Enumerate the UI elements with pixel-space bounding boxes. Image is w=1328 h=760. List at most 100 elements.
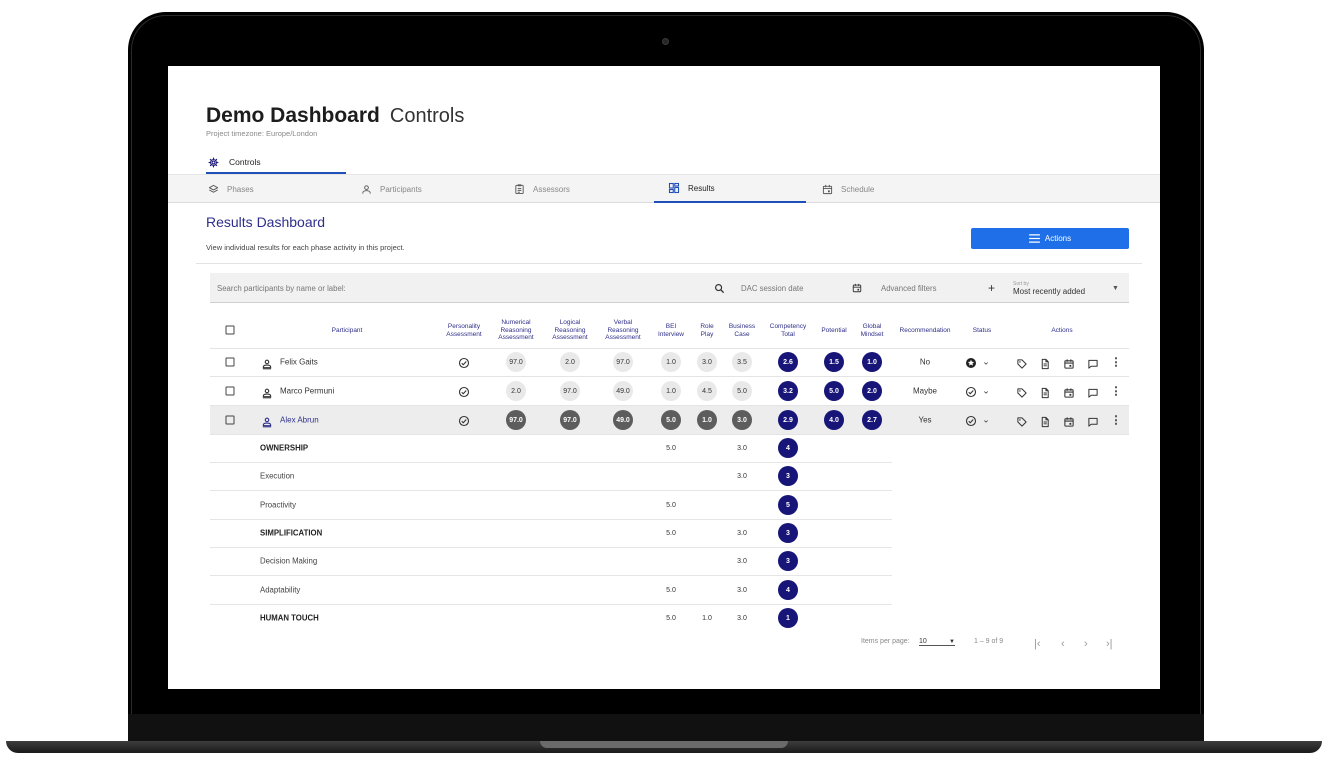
- document-icon[interactable]: [1040, 357, 1051, 370]
- tag-icon[interactable]: [1017, 386, 1028, 398]
- participant-name[interactable]: Felix Gaits: [280, 358, 318, 367]
- dashboard-icon: [668, 182, 680, 194]
- comment-icon[interactable]: [1088, 357, 1099, 369]
- chevron-down-icon[interactable]: ⌄: [982, 415, 990, 426]
- row-checkbox[interactable]: [225, 386, 235, 396]
- col-role-play[interactable]: Role Play: [700, 323, 713, 338]
- score-logical: 97.0: [560, 410, 580, 430]
- results-description: View individual results for each phase a…: [206, 243, 405, 252]
- col-participant[interactable]: Participant: [332, 327, 363, 335]
- nav-results-label: Results: [688, 183, 715, 193]
- competency-business-case: 3.0: [737, 557, 747, 565]
- person-icon[interactable]: [262, 357, 273, 370]
- calendar-icon[interactable]: [1064, 386, 1075, 398]
- document-icon[interactable]: [1040, 415, 1051, 428]
- col-recommendation[interactable]: Recommendation: [900, 327, 951, 335]
- more-vert-icon[interactable]: ⋮: [1111, 414, 1122, 427]
- select-all-checkbox[interactable]: [225, 325, 235, 335]
- comment-icon[interactable]: [1088, 386, 1099, 398]
- nav-phases[interactable]: Phases: [208, 175, 254, 203]
- check-circle-icon[interactable]: [965, 414, 977, 427]
- col-competency-total[interactable]: Competency Total: [770, 323, 807, 338]
- section-nav: Phases Participants Assessors Results Sc…: [168, 174, 1160, 203]
- actions-button[interactable]: Actions: [971, 228, 1129, 249]
- document-icon[interactable]: [1040, 386, 1051, 399]
- header-line: Mindset: [860, 330, 884, 338]
- first-page-icon[interactable]: |‹: [1034, 638, 1041, 650]
- check-circle-icon[interactable]: [458, 385, 470, 398]
- results-title: Results Dashboard: [206, 214, 326, 230]
- score-potential: 4.0: [824, 410, 844, 430]
- chevron-down-icon[interactable]: ▼: [1112, 273, 1119, 303]
- check-circle-icon[interactable]: [458, 414, 470, 427]
- menu-icon: [1028, 234, 1040, 243]
- recommendation: No: [919, 357, 931, 367]
- star-badge-icon[interactable]: [965, 356, 977, 368]
- competency-name: OWNERSHIP: [260, 443, 309, 453]
- person-icon[interactable]: [262, 386, 273, 399]
- page-title: Demo Dashboard: [206, 104, 380, 127]
- sort-select[interactable]: Sort by Most recently added: [1013, 273, 1085, 303]
- calendar-icon[interactable]: [1064, 415, 1075, 427]
- nav-assessors[interactable]: Assessors: [514, 175, 570, 203]
- search-input[interactable]: Search participants by name or label:: [217, 273, 725, 303]
- app-screen: Demo Dashboard Controls Project timezone…: [168, 66, 1160, 689]
- tab-controls[interactable]: Controls: [206, 152, 346, 174]
- advanced-filters[interactable]: Advanced filters: [881, 273, 936, 303]
- last-page-icon[interactable]: ›|: [1106, 638, 1113, 650]
- col-potential[interactable]: Potential: [821, 327, 846, 335]
- row-checkbox[interactable]: [225, 357, 235, 367]
- nav-results[interactable]: Results: [654, 175, 806, 203]
- chevron-down-icon[interactable]: ⌄: [982, 357, 990, 368]
- row-checkbox[interactable]: [225, 415, 235, 425]
- competency-business-case: 3.0: [737, 586, 747, 594]
- more-vert-icon[interactable]: ⋮: [1111, 385, 1122, 398]
- more-vert-icon[interactable]: ⋮: [1111, 356, 1122, 369]
- competency-name: HUMAN TOUCH: [260, 613, 319, 623]
- row-divider: [210, 405, 1129, 406]
- check-circle-icon[interactable]: [965, 385, 977, 398]
- laptop-bezel: [128, 714, 1204, 744]
- date-picker-icon[interactable]: [852, 273, 862, 303]
- advanced-filters-label: Advanced filters: [881, 283, 937, 293]
- col-verbal[interactable]: Verbal Reasoning Assessment: [605, 319, 640, 342]
- header-line: Competency: [769, 323, 807, 330]
- previous-page-icon[interactable]: ‹: [1061, 638, 1065, 650]
- col-logical[interactable]: Logical Reasoning Assessment: [552, 319, 587, 342]
- recommendation: Yes: [918, 415, 932, 425]
- participant-name[interactable]: Alex Abrun: [280, 416, 319, 425]
- search-icon[interactable]: [714, 273, 725, 303]
- session-date-field[interactable]: DAC session date: [741, 273, 803, 303]
- tag-icon[interactable]: [1017, 357, 1028, 369]
- col-personality[interactable]: Personality Assessment: [446, 323, 481, 338]
- layers-icon: [208, 184, 219, 193]
- header-line: Reasoning: [500, 326, 532, 334]
- add-filter-icon[interactable]: +: [988, 273, 995, 303]
- next-page-icon[interactable]: ›: [1084, 638, 1088, 650]
- calendar-icon[interactable]: [1064, 357, 1075, 369]
- tag-icon[interactable]: [1017, 415, 1028, 427]
- check-circle-icon[interactable]: [458, 356, 470, 369]
- competency-bei: 5.0: [666, 586, 676, 594]
- competency-total: 1: [778, 608, 798, 628]
- nav-schedule[interactable]: Schedule: [822, 175, 874, 203]
- score-competency-total: 2.6: [778, 352, 798, 372]
- person-icon[interactable]: [262, 415, 273, 428]
- participant-name[interactable]: Marco Permuni: [280, 387, 334, 396]
- col-business-case[interactable]: Business Case: [729, 323, 755, 338]
- score-business-case: 3.5: [732, 352, 752, 372]
- header-line: Assessment: [605, 334, 641, 341]
- competency-business-case: 3.0: [737, 472, 747, 480]
- nav-participants[interactable]: Participants: [361, 175, 422, 203]
- col-status[interactable]: Status: [973, 327, 991, 335]
- comment-icon[interactable]: [1088, 415, 1099, 427]
- laptop-notch: [540, 741, 788, 748]
- col-global-mindset[interactable]: Global Mindset: [861, 323, 884, 338]
- items-per-page-select[interactable]: 10 ▼: [919, 638, 955, 646]
- chevron-down-icon[interactable]: ⌄: [982, 386, 990, 397]
- col-numerical[interactable]: Numerical Reasoning Assessment: [498, 319, 533, 342]
- score-business-case: 5.0: [732, 381, 752, 401]
- col-actions: Actions: [1051, 327, 1073, 334]
- col-bei[interactable]: BEI Interview: [658, 323, 684, 338]
- clipboard-icon: [515, 184, 524, 195]
